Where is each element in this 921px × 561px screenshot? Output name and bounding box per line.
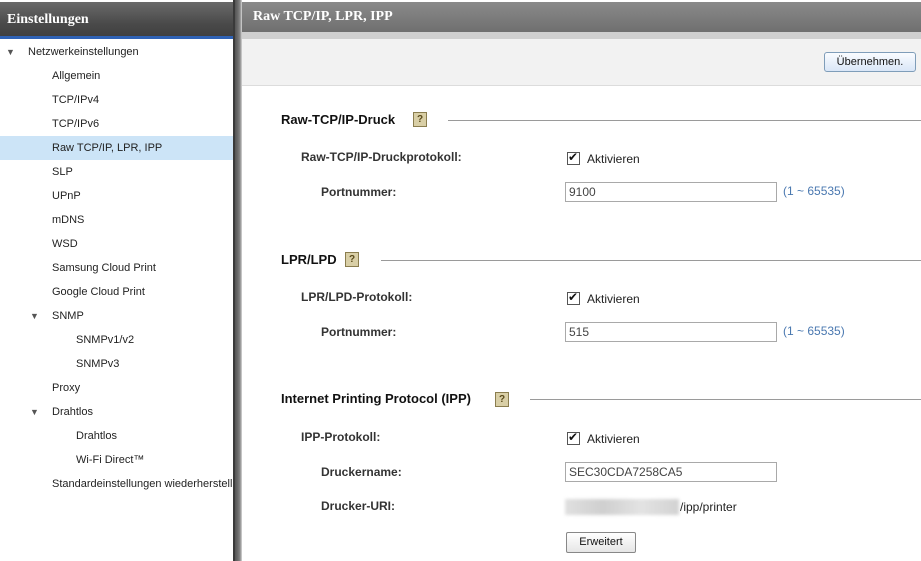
raw-protocol-label: Raw-TCP/IP-Druckprotokoll: — [301, 150, 462, 164]
sidebar-item[interactable]: Standardeinstellungen wiederherstell — [0, 472, 233, 496]
ipp-enable-label: Aktivieren — [587, 432, 640, 446]
ipp-help-icon[interactable]: ? — [495, 392, 509, 407]
sidebar-item-label: SNMP — [52, 310, 84, 322]
sidebar-title-accent — [0, 36, 233, 39]
printer-name-label: Druckername: — [321, 465, 402, 479]
expand-caret-icon[interactable]: ▼ — [6, 40, 16, 64]
sidebar-item-label: Wi-Fi Direct™ — [76, 454, 145, 466]
sidebar-item-label: WSD — [52, 238, 78, 250]
printer-uri-suffix: /ipp/printer — [680, 500, 737, 514]
sidebar-item-label: UPnP — [52, 190, 81, 202]
sidebar-item[interactable]: Raw TCP/IP, LPR, IPP — [0, 136, 233, 160]
settings-sidebar: Einstellungen ▼ Netzwerkeinstellungen Allg… — [0, 0, 233, 561]
raw-enable-label: Aktivieren — [587, 152, 640, 166]
lpr-help-icon[interactable]: ? — [345, 252, 359, 267]
sidebar-item-label: Netzwerkeinstellungen — [28, 46, 139, 58]
expand-caret-icon[interactable]: ▼ — [30, 400, 40, 424]
sidebar-item-label: SNMPv3 — [76, 358, 120, 370]
page-title: Raw TCP/IP, LPR, IPP — [242, 2, 921, 32]
content-panel: Raw TCP/IP, LPR, IPP Übernehmen. Raw-TCP… — [242, 0, 921, 561]
lpr-section-title: LPR/LPD — [281, 252, 337, 267]
sidebar-item[interactable]: Allgemein — [0, 64, 233, 88]
sidebar-item[interactable]: SNMPv3 — [0, 352, 233, 376]
sidebar-item[interactable]: Proxy — [0, 376, 233, 400]
lpr-port-range: (1 ~ 65535) — [783, 324, 845, 338]
ipp-section-divider — [530, 399, 921, 400]
advanced-button[interactable]: Erweitert — [566, 532, 636, 553]
lpr-enable-checkbox[interactable] — [567, 290, 580, 305]
sidebar-item-label: Samsung Cloud Print — [52, 262, 156, 274]
sidebar-title: Einstellungen — [0, 2, 233, 38]
ipp-enable-checkbox[interactable] — [567, 430, 580, 445]
sidebar-item-label: Standardeinstellungen wiederherstell — [52, 478, 233, 490]
sidebar-item-label: Drahtlos — [52, 406, 93, 418]
printer-uri-label: Drucker-URI: — [321, 499, 396, 513]
raw-port-label: Portnummer: — [321, 185, 397, 199]
header-subbar — [242, 32, 921, 39]
ipp-section-title: Internet Printing Protocol (IPP) — [281, 391, 471, 406]
raw-port-range: (1 ~ 65535) — [783, 184, 845, 198]
lpr-port-label: Portnummer: — [321, 325, 397, 339]
printer-name-input[interactable]: SEC30CDA7258CA5 — [565, 462, 777, 482]
sidebar-item[interactable]: Wi-Fi Direct™ — [0, 448, 233, 472]
sidebar-item[interactable]: WSD — [0, 232, 233, 256]
sidebar-item-label: mDNS — [52, 214, 85, 226]
sidebar-item[interactable]: SLP — [0, 160, 233, 184]
sidebar-item[interactable]: ▼ SNMP — [0, 304, 233, 328]
sidebar-item[interactable]: Google Cloud Print — [0, 280, 233, 304]
sidebar-item[interactable]: UPnP — [0, 184, 233, 208]
printer-uri-redacted — [565, 499, 679, 515]
sidebar-item[interactable]: mDNS — [0, 208, 233, 232]
sidebar-item-label: SLP — [52, 166, 73, 178]
sidebar-item-label: Raw TCP/IP, LPR, IPP — [52, 142, 163, 154]
sidebar-item[interactable]: ▼ Drahtlos — [0, 400, 233, 424]
sidebar-item[interactable]: ▼ Netzwerkeinstellungen — [0, 40, 233, 64]
sidebar-item-label: Google Cloud Print — [52, 286, 145, 298]
toolbar: Übernehmen. — [242, 39, 921, 86]
lpr-port-input[interactable]: 515 — [565, 322, 777, 342]
raw-section-title: Raw-TCP/IP-Druck — [281, 112, 396, 127]
sidebar-item-label: SNMPv1/v2 — [76, 334, 135, 346]
sidebar-item-label: Proxy — [52, 382, 81, 394]
sidebar-item[interactable]: TCP/IPv6 — [0, 112, 233, 136]
sidebar-item-label: Drahtlos — [76, 430, 117, 442]
sidebar-item[interactable]: SNMPv1/v2 — [0, 328, 233, 352]
lpr-protocol-label: LPR/LPD-Protokoll: — [301, 290, 413, 304]
sidebar-item-label: TCP/IPv4 — [52, 94, 100, 106]
expand-caret-icon[interactable]: ▼ — [30, 304, 40, 328]
lpr-enable-label: Aktivieren — [587, 292, 640, 306]
raw-enable-checkbox[interactable] — [567, 150, 580, 165]
sidebar-item[interactable]: Drahtlos — [0, 424, 233, 448]
raw-help-icon[interactable]: ? — [413, 112, 427, 127]
apply-button[interactable]: Übernehmen. — [824, 52, 916, 72]
sidebar-item-label: TCP/IPv6 — [52, 118, 100, 130]
panel-splitter[interactable] — [233, 0, 242, 561]
raw-port-input[interactable]: 9100 — [565, 182, 777, 202]
sidebar-item[interactable]: Samsung Cloud Print — [0, 256, 233, 280]
sidebar-item[interactable]: TCP/IPv4 — [0, 88, 233, 112]
lpr-section-divider — [381, 260, 921, 261]
ipp-protocol-label: IPP-Protokoll: — [301, 430, 381, 444]
raw-section-divider — [448, 120, 921, 121]
sidebar-item-label: Allgemein — [52, 70, 101, 82]
